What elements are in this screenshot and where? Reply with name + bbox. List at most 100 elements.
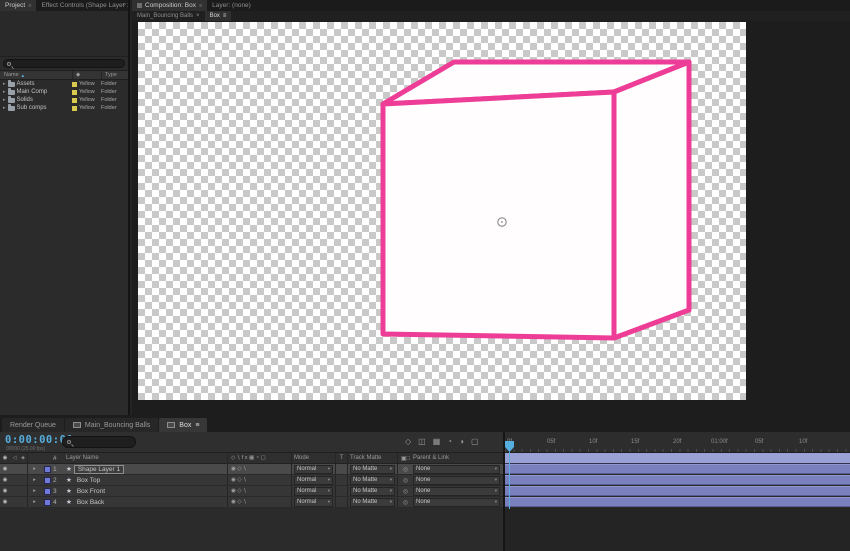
- project-column-headers: Name ▲ ◆ Type: [0, 71, 128, 80]
- label-color-chip[interactable]: [72, 89, 77, 95]
- sort-asc-icon: ▲: [20, 72, 26, 78]
- panel-menu-icon[interactable]: ≡: [223, 13, 227, 19]
- layer-color-swatch[interactable]: [43, 487, 51, 495]
- parent-dropdown[interactable]: None ▾: [413, 464, 500, 474]
- pickwhip-icon[interactable]: ◎: [397, 486, 413, 496]
- layer-duration-bar[interactable]: [505, 464, 850, 474]
- graph-editor-icon[interactable]: ▢: [471, 437, 479, 446]
- label-color-chip[interactable]: [72, 97, 77, 103]
- parent-dropdown[interactable]: None ▾: [413, 497, 500, 507]
- layer-duration-bar[interactable]: [505, 497, 850, 507]
- layer-row[interactable]: ◉ ▸ 1 ★ Shape Layer 1 ◉◇∖ Normal ▾ No Ma…: [0, 464, 503, 475]
- track-matte-dropdown[interactable]: No Matte ▾: [350, 464, 395, 474]
- column-type[interactable]: Type: [101, 71, 128, 79]
- eye-icon[interactable]: ◉: [0, 497, 10, 507]
- transparency-checkerboard[interactable]: [138, 22, 746, 400]
- eye-icon[interactable]: ◉: [0, 475, 10, 485]
- mode-dropdown[interactable]: Normal ▾: [294, 497, 333, 507]
- disclosure-icon[interactable]: ▸: [3, 105, 6, 111]
- layer-switches[interactable]: ◉◇∖: [227, 475, 291, 485]
- track-matte-dropdown[interactable]: No Matte ▾: [350, 486, 395, 496]
- cube-shape[interactable]: [138, 22, 746, 400]
- layer-color-swatch[interactable]: [43, 465, 51, 473]
- pickwhip-icon[interactable]: ◎: [397, 475, 413, 485]
- disclosure-icon[interactable]: ▸: [28, 464, 41, 474]
- layer-row[interactable]: ◉ ▸ 3 ★ Box Front ◉◇∖ Normal ▾ No Matte …: [0, 486, 503, 497]
- label-color-chip[interactable]: [72, 81, 77, 87]
- eye-icon[interactable]: ◉: [0, 464, 10, 474]
- track-matte-dropdown[interactable]: No Matte ▾: [350, 475, 395, 485]
- parent-dropdown[interactable]: None ▾: [413, 486, 500, 496]
- disclosure-icon[interactable]: ▸: [3, 81, 6, 87]
- project-search-input[interactable]: [3, 59, 125, 68]
- chevron-down-icon: ▾: [327, 499, 330, 504]
- mode-dropdown[interactable]: Normal ▾: [294, 475, 333, 485]
- hide-shy-layers-icon[interactable]: ▦: [433, 437, 441, 446]
- mode-dropdown[interactable]: Normal ▾: [294, 486, 333, 496]
- pickwhip-icon[interactable]: ◎: [397, 464, 413, 474]
- disclosure-icon[interactable]: ▸: [3, 89, 6, 95]
- work-area-bar[interactable]: [505, 453, 850, 464]
- composition-viewport[interactable]: [132, 21, 850, 415]
- layer-name-header[interactable]: Layer Name: [66, 453, 227, 463]
- label-color-chip[interactable]: [72, 105, 77, 111]
- project-row[interactable]: ▸ Main Comp Yellow Folder: [0, 88, 128, 96]
- panel-menu-icon[interactable]: ≡: [28, 3, 31, 9]
- layer-color-swatch[interactable]: [43, 498, 51, 506]
- layer-duration-bar[interactable]: [505, 475, 850, 485]
- layer-name[interactable]: Box Front: [74, 488, 108, 495]
- layer-switches[interactable]: ◉◇∖: [227, 486, 291, 496]
- panel-menu-icon[interactable]: ≡: [195, 422, 199, 429]
- viewer-tab-box[interactable]: Box ≡: [204, 11, 232, 21]
- timeline-search-input[interactable]: [62, 436, 136, 448]
- tab-composition-box[interactable]: Composition: Box ≡: [132, 0, 208, 11]
- parent-dropdown[interactable]: None ▾: [413, 475, 500, 485]
- tab-layer-none[interactable]: Layer: (none): [207, 0, 256, 11]
- mode-dropdown[interactable]: Normal ▾: [294, 464, 333, 474]
- close-icon[interactable]: ×: [196, 13, 200, 19]
- track-area: 0f 05f 10f 15f 20f 01:00f 05f 10f: [503, 432, 850, 551]
- project-preview-area: [0, 11, 128, 57]
- tab-project[interactable]: Project ≡: [0, 0, 37, 11]
- disclosure-icon[interactable]: ▸: [28, 475, 41, 485]
- layer-name[interactable]: Box Top: [74, 477, 103, 484]
- tab-render-queue[interactable]: Render Queue: [2, 418, 64, 432]
- time-ruler[interactable]: 0f 05f 10f 15f 20f 01:00f 05f 10f: [505, 432, 850, 453]
- layer-row[interactable]: ◉ ▸ 2 ★ Box Top ◉◇∖ Normal ▾ No Matte ▾ …: [0, 475, 503, 486]
- tab-effect-controls[interactable]: Effect Controls (Shape Layer 1): [36, 0, 128, 11]
- tab-project-label: Project: [5, 2, 26, 9]
- composition-icon: [72, 422, 81, 428]
- viewer-tab-main-bouncing-balls[interactable]: Main_Bouncing Balls ×: [132, 11, 205, 21]
- chevron-down-icon: ▾: [389, 499, 392, 504]
- motion-blur-icon[interactable]: ◑: [459, 437, 464, 446]
- layer-duration-bar[interactable]: [505, 486, 850, 496]
- disclosure-icon[interactable]: ▸: [28, 497, 41, 507]
- draft-3d-icon[interactable]: ◫: [418, 437, 426, 446]
- tab-overflow-icon[interactable]: »: [122, 1, 126, 8]
- disclosure-icon[interactable]: ▸: [3, 97, 6, 103]
- layer-switches[interactable]: ◉◇∖: [227, 497, 291, 507]
- column-name[interactable]: Name ▲: [0, 71, 72, 79]
- project-row[interactable]: ▸ Solids Yellow Folder: [0, 96, 128, 104]
- layer-switches[interactable]: ◉◇∖: [227, 464, 291, 474]
- project-row[interactable]: ▸ Sub comps Yellow Folder: [0, 104, 128, 112]
- frame-blending-icon[interactable]: ◔: [447, 437, 452, 446]
- disclosure-icon[interactable]: ▸: [28, 486, 41, 496]
- column-label[interactable]: ◆: [72, 71, 101, 79]
- layer-color-swatch[interactable]: [43, 476, 51, 484]
- layer-row[interactable]: ◉ ▸ 4 ★ Box Back ◉◇∖ Normal ▾ No Matte ▾…: [0, 497, 503, 508]
- project-row[interactable]: ▸ Assets Yellow Folder: [0, 80, 128, 88]
- tab-main-bouncing-balls[interactable]: Main_Bouncing Balls: [64, 418, 159, 432]
- layer-name[interactable]: Box Back: [74, 499, 107, 506]
- track-matte-dropdown[interactable]: No Matte ▾: [350, 497, 395, 507]
- shape-layer-icon: ★: [66, 488, 72, 495]
- tab-box[interactable]: Box ≡: [159, 418, 208, 432]
- panel-menu-icon[interactable]: ≡: [199, 3, 202, 9]
- layer-name[interactable]: Shape Layer 1: [73, 464, 125, 474]
- project-panel: Project ≡ Effect Controls (Shape Layer 1…: [0, 0, 130, 415]
- pickwhip-icon[interactable]: ◎: [397, 497, 413, 507]
- shape-layer-icon: ★: [66, 477, 72, 484]
- video-column-icon: ◉: [2, 455, 8, 461]
- eye-icon[interactable]: ◉: [0, 486, 10, 496]
- mini-flowchart-icon[interactable]: ◇: [405, 437, 411, 446]
